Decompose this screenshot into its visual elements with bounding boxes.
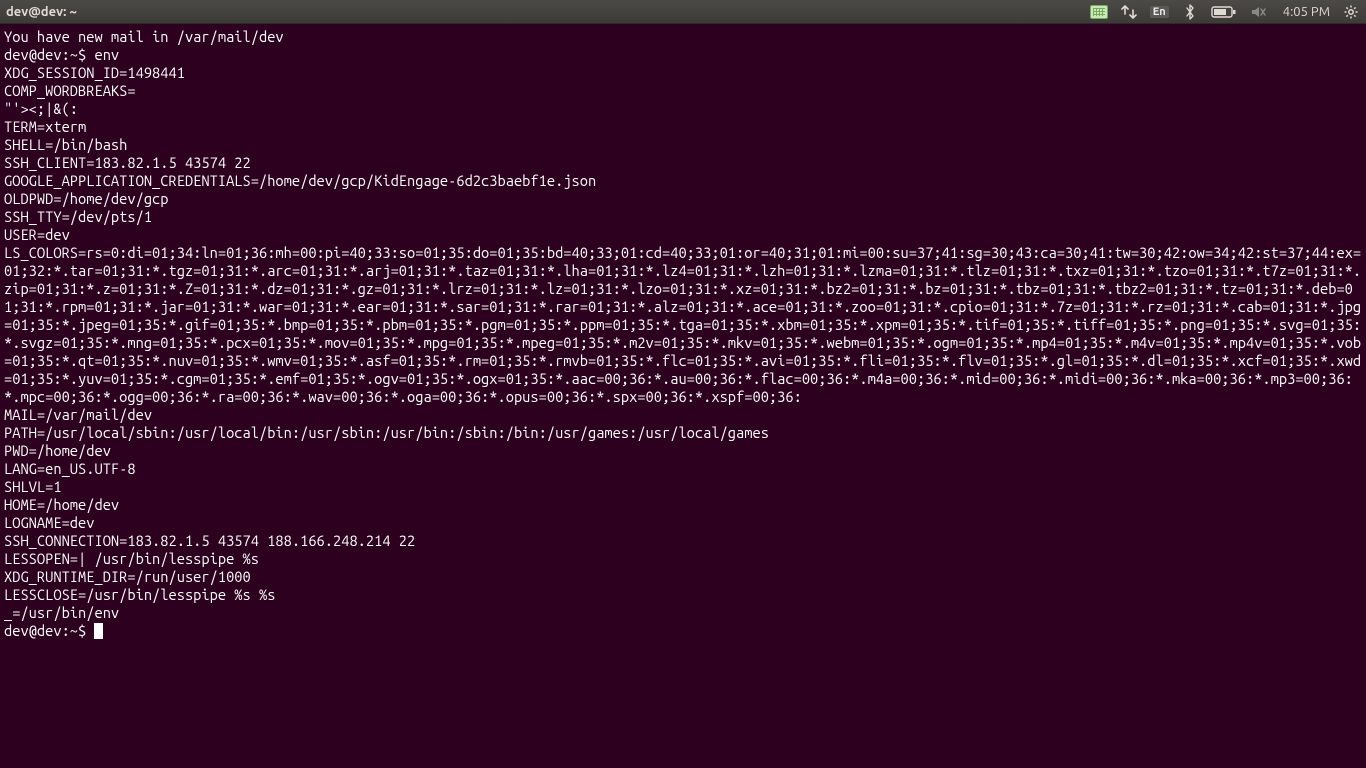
terminal-line: SSH_TTY=/dev/pts/1: [4, 208, 1362, 226]
gear-icon[interactable]: [1342, 3, 1360, 21]
terminal-line: _=/usr/bin/env: [4, 604, 1362, 622]
terminal-line: LESSOPEN=| /usr/bin/lesspipe %s: [4, 550, 1362, 568]
terminal-line: MAIL=/var/mail/dev: [4, 406, 1362, 424]
terminal-line: LS_COLORS=rs=0:di=01;34:ln=01;36:mh=00:p…: [4, 244, 1362, 406]
terminal-line: HOME=/home/dev: [4, 496, 1362, 514]
terminal-line: GOOGLE_APPLICATION_CREDENTIALS=/home/dev…: [4, 172, 1362, 190]
terminal-line: SHELL=/bin/bash: [4, 136, 1362, 154]
terminal-line: LANG=en_US.UTF-8: [4, 460, 1362, 478]
terminal-line: LOGNAME=dev: [4, 514, 1362, 532]
terminal-line: SSH_CONNECTION=183.82.1.5 43574 188.166.…: [4, 532, 1362, 550]
terminal-line: TERM=xterm: [4, 118, 1362, 136]
system-tray: En 4:05 PM: [1090, 3, 1360, 21]
terminal-line: PWD=/home/dev: [4, 442, 1362, 460]
bluetooth-icon[interactable]: [1181, 3, 1199, 21]
terminal-line: LESSCLOSE=/usr/bin/lesspipe %s %s: [4, 586, 1362, 604]
terminal[interactable]: You have new mail in /var/mail/devdev@de…: [0, 24, 1366, 768]
terminal-line: OLDPWD=/home/dev/gcp: [4, 190, 1362, 208]
terminal-line: USER=dev: [4, 226, 1362, 244]
terminal-line: dev@dev:~$ env: [4, 46, 1362, 64]
menubar: dev@dev: ~ En 4:05 PM: [0, 0, 1366, 24]
terminal-line: You have new mail in /var/mail/dev: [4, 28, 1362, 46]
window-title: dev@dev: ~: [6, 5, 77, 19]
terminal-cursor: [94, 623, 103, 639]
terminal-line: "'><;|&(:: [4, 100, 1362, 118]
keyboard-indicator-icon[interactable]: [1090, 3, 1108, 21]
terminal-line: XDG_SESSION_ID=1498441: [4, 64, 1362, 82]
terminal-line: PATH=/usr/local/sbin:/usr/local/bin:/usr…: [4, 424, 1362, 442]
sound-muted-icon[interactable]: [1249, 3, 1267, 21]
terminal-line: XDG_RUNTIME_DIR=/run/user/1000: [4, 568, 1362, 586]
clock[interactable]: 4:05 PM: [1283, 5, 1330, 19]
language-indicator[interactable]: En: [1150, 6, 1169, 18]
terminal-prompt-line[interactable]: dev@dev:~$: [4, 622, 1362, 640]
terminal-line: COMP_WORDBREAKS=: [4, 82, 1362, 100]
terminal-prompt: dev@dev:~$: [4, 622, 94, 639]
battery-icon[interactable]: [1211, 3, 1237, 21]
terminal-line: SHLVL=1: [4, 478, 1362, 496]
network-icon[interactable]: [1120, 3, 1138, 21]
terminal-line: SSH_CLIENT=183.82.1.5 43574 22: [4, 154, 1362, 172]
